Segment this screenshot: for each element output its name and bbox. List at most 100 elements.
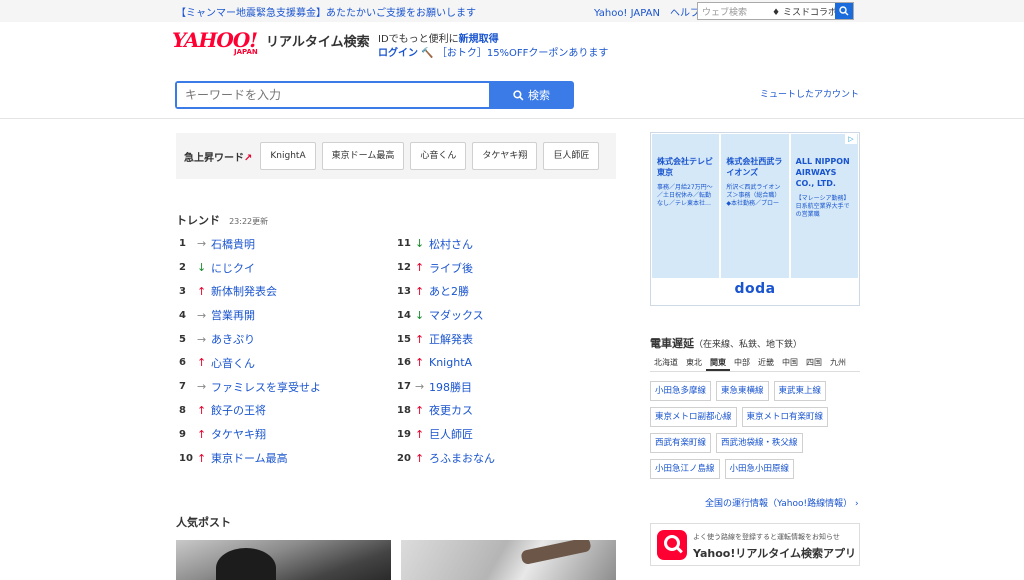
trend-item[interactable]: 9 ↑ タケヤキ翔 <box>179 422 389 446</box>
trend-item[interactable]: 4 → 営業再開 <box>179 303 389 327</box>
trend-item[interactable]: 18 ↑ 夜更カス <box>397 399 607 423</box>
rising-arrow-icon: ↗ <box>244 152 253 164</box>
trend-word-link[interactable]: 東京ドーム最高 <box>211 450 288 466</box>
trend-word-link[interactable]: マダックス <box>429 307 484 323</box>
delayed-lines-row: 小田急多摩線 東急東横線 東武東上線 <box>650 381 865 401</box>
rising-word-chip[interactable]: 東京ドーム最高 <box>321 142 405 170</box>
search-input[interactable] <box>177 83 489 107</box>
region-tab[interactable]: 九州 <box>826 354 850 371</box>
app-promo-banner[interactable]: よく使う路線を登録すると運転情報をお知らせ Yahoo!リアルタイム検索アプリ <box>650 523 860 566</box>
region-tab[interactable]: 東北 <box>682 354 706 371</box>
search-button[interactable]: 検索 <box>489 81 574 109</box>
popular-post-image[interactable] <box>401 540 616 580</box>
web-search-input[interactable]: ウェブ検索 <box>698 3 770 19</box>
top-links: Yahoo! JAPAN ヘルプ <box>594 4 710 19</box>
trend-item[interactable]: 2 ↓ にじクイ <box>179 256 389 280</box>
ad-card[interactable]: 株式会社テレビ東京 事務／月給27万円〜／土日祝休み／転勤なし／テレ東本社… <box>652 134 720 278</box>
ad-card[interactable]: ALL NIPPON AIRWAYS CO., LTD. 【マレーシア勤務】日系… <box>790 134 858 278</box>
train-line-link[interactable]: 西武池袋線・秩父線 <box>716 433 803 453</box>
trend-word-link[interactable]: KnightA <box>429 356 472 369</box>
trend-item[interactable]: 14 ↓ マダックス <box>397 303 607 327</box>
trend-rank: 8 <box>179 404 186 416</box>
trend-word-link[interactable]: 巨人師匠 <box>429 426 473 442</box>
popular-post-image[interactable] <box>176 540 391 580</box>
region-tab[interactable]: 近畿 <box>754 354 778 371</box>
rising-word-chip[interactable]: 巨人師匠 <box>543 142 600 170</box>
train-line-link[interactable]: 小田急小田原線 <box>724 459 795 479</box>
arrow-up-icon: ↑ <box>415 284 425 298</box>
train-line-link[interactable]: 東急東横線 <box>716 381 769 401</box>
train-line-link[interactable]: 東京メトロ有楽町線 <box>741 407 829 427</box>
coupon-link[interactable]: ［おトク］15%OFFクーポンあります <box>437 48 609 59</box>
trend-item[interactable]: 7 → ファミレスを享受せよ <box>179 375 389 399</box>
trend-word-link[interactable]: 正解発表 <box>429 331 473 347</box>
header-divider <box>0 118 1024 119</box>
trend-item[interactable]: 20 ↑ ろふまおなん <box>397 446 607 470</box>
region-tabs: 北海道 東北 関東 中部 近畿 中国 四国 九州 <box>650 354 860 372</box>
trend-item[interactable]: 16 ↑ KnightA <box>397 351 607 375</box>
region-tab[interactable]: 中部 <box>730 354 754 371</box>
region-tab[interactable]: 北海道 <box>650 354 682 371</box>
train-line-link[interactable]: 小田急江ノ島線 <box>650 459 720 479</box>
trend-item[interactable]: 11 ↓ 松村さん <box>397 232 607 256</box>
trend-word-link[interactable]: ろふまおなん <box>429 450 495 466</box>
muted-accounts-link[interactable]: ミュートしたアカウント <box>760 87 859 100</box>
arrow-up-icon: ↑ <box>415 451 425 465</box>
train-line-link[interactable]: 東武東上線 <box>773 381 827 401</box>
job-ad-banner[interactable]: 株式会社テレビ東京 事務／月給27万円〜／土日祝休み／転勤なし／テレ東本社… 株… <box>650 132 860 306</box>
trend-item[interactable]: 15 ↑ 正解発表 <box>397 327 607 351</box>
rising-word-chip[interactable]: タケヤキ翔 <box>472 142 538 170</box>
train-delay-header: 電車遅延（在来線、私鉄、地下鉄） <box>650 332 802 351</box>
trend-item[interactable]: 19 ↑ 巨人師匠 <box>397 422 607 446</box>
trend-item[interactable]: 17 → 198勝目 <box>397 375 607 399</box>
app-name: Yahoo!リアルタイム検索アプリ <box>693 547 857 560</box>
trend-item[interactable]: 8 ↑ 餃子の王将 <box>179 399 389 423</box>
trend-rank: 15 <box>397 333 411 345</box>
trend-item[interactable]: 13 ↑ あと2勝 <box>397 280 607 304</box>
trend-item[interactable]: 12 ↑ ライブ後 <box>397 256 607 280</box>
train-line-link[interactable]: 東京メトロ副都心線 <box>650 407 737 427</box>
nationwide-status-link[interactable]: 全国の運行情報（Yahoo!路線情報） › <box>705 496 859 509</box>
trend-word-link[interactable]: ファミレスを享受せよ <box>211 379 321 395</box>
donation-notice-link[interactable]: 【ミャンマー地震緊急支援募金】あたたかいご支援をお願いします <box>176 4 476 19</box>
arrow-up-icon: ↑ <box>197 356 207 370</box>
train-line-link[interactable]: 小田急多摩線 <box>650 381 712 401</box>
ad-card[interactable]: 株式会社西武ライオンズ 所沢＜西武ライオンズ＞事務（総合職）◆本社勤務／プロー <box>721 134 789 278</box>
trend-word-link[interactable]: にじクイ <box>211 260 255 276</box>
trend-word-link[interactable]: 餃子の王将 <box>211 402 266 418</box>
trend-word-link[interactable]: 心音くん <box>211 355 255 371</box>
help-link[interactable]: ヘルプ <box>670 8 700 19</box>
train-line-link[interactable]: 西武有楽町線 <box>650 433 712 453</box>
trend-word-link[interactable]: 松村さん <box>429 236 473 252</box>
arrow-down-icon: ↓ <box>197 261 207 275</box>
arrow-up-icon: ↑ <box>415 403 425 417</box>
yahoo-realtime-logo[interactable]: YAHOO! JAPAN リアルタイム検索 <box>172 28 372 56</box>
login-link[interactable]: ログイン <box>378 48 418 59</box>
region-tab[interactable]: 四国 <box>802 354 826 371</box>
trend-item[interactable]: 3 ↑ 新体制発表会 <box>179 280 389 304</box>
yahoo-japan-link[interactable]: Yahoo! JAPAN <box>594 8 660 19</box>
trend-item[interactable]: 1 → 石橋貴明 <box>179 232 389 256</box>
trend-word-link[interactable]: 石橋貴明 <box>211 236 255 252</box>
web-search-keyword[interactable]: ♦ ミスドコラボ <box>770 3 835 19</box>
trend-word-link[interactable]: ライブ後 <box>429 260 473 276</box>
trend-word-link[interactable]: あと2勝 <box>429 283 469 299</box>
trend-rank: 7 <box>179 381 186 393</box>
rising-word-chip[interactable]: 心音くん <box>410 142 467 170</box>
trend-word-link[interactable]: あきぷり <box>211 331 255 347</box>
trend-item[interactable]: 10 ↑ 東京ドーム最高 <box>179 446 389 470</box>
trend-word-link[interactable]: 営業再開 <box>211 307 255 323</box>
trend-word-link[interactable]: タケヤキ翔 <box>211 426 266 442</box>
region-tab[interactable]: 関東 <box>706 354 730 371</box>
trend-word-link[interactable]: 新体制発表会 <box>211 283 277 299</box>
web-search-button[interactable] <box>835 3 853 19</box>
rising-word-chip[interactable]: KnightA <box>260 142 316 170</box>
trend-item[interactable]: 6 ↑ 心音くん <box>179 351 389 375</box>
nationwide-status-text: 全国の運行情報（Yahoo!路線情報） <box>705 499 853 509</box>
coupon-icon: 🔨 <box>421 48 434 59</box>
region-tab[interactable]: 中国 <box>778 354 802 371</box>
trend-item[interactable]: 5 → あきぷり <box>179 327 389 351</box>
trend-word-link[interactable]: 夜更カス <box>429 402 473 418</box>
adchoices-icon[interactable]: ▷ <box>845 134 857 144</box>
trend-word-link[interactable]: 198勝目 <box>429 379 472 395</box>
